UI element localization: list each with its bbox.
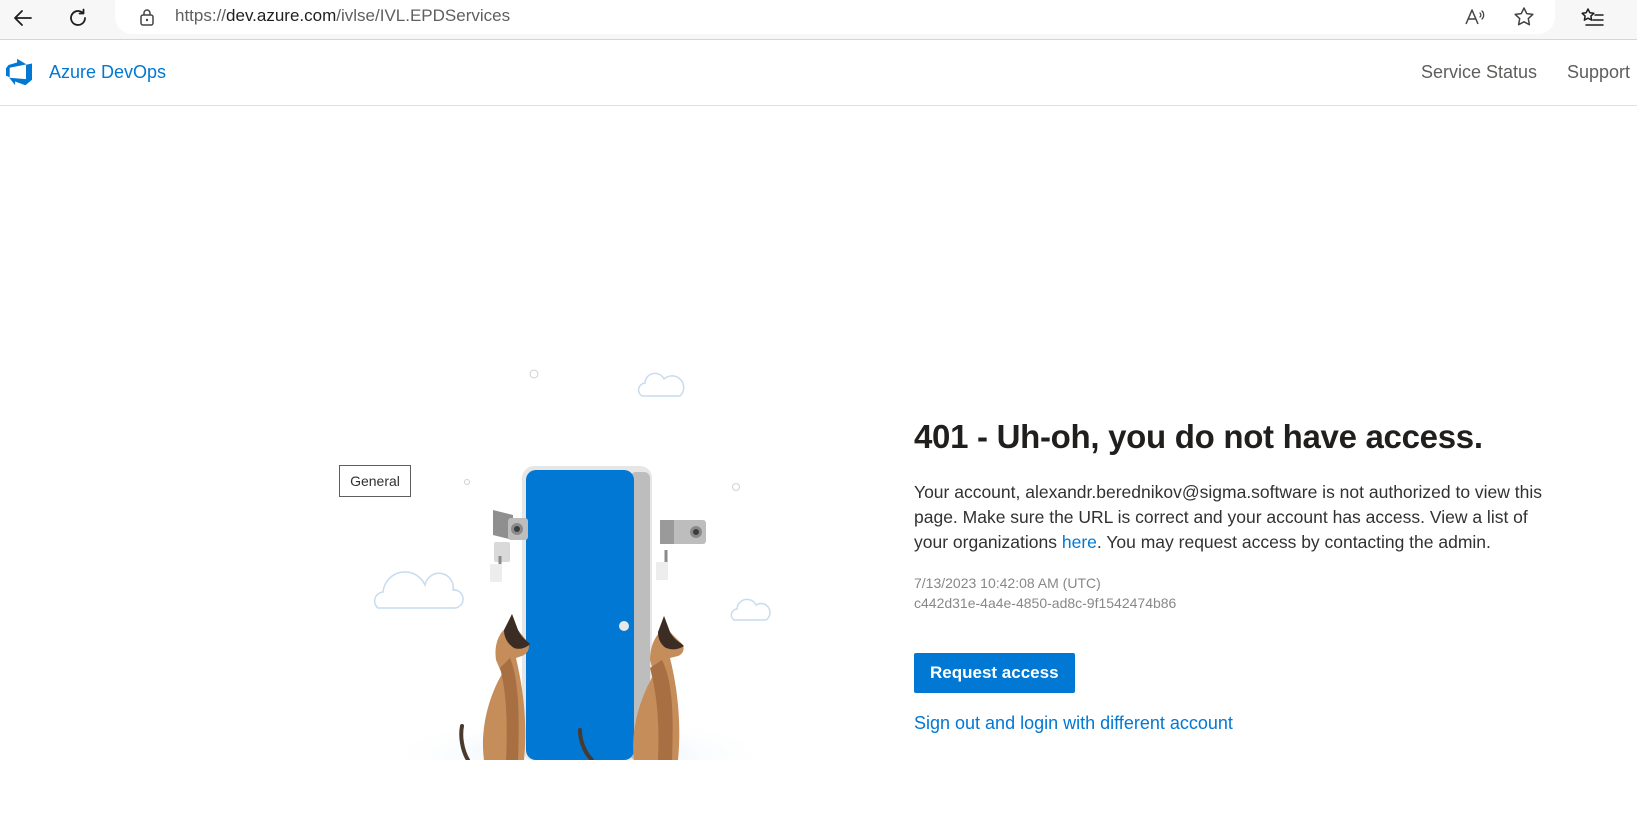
door	[526, 470, 634, 760]
error-title: 401 - Uh-oh, you do not have access.	[914, 418, 1483, 455]
support-link[interactable]: Support	[1567, 62, 1630, 83]
error-meta: 7/13/2023 10:42:08 AM (UTC) c442d31e-4a4…	[914, 573, 1554, 613]
address-bar[interactable]: https://dev.azure.com/ivlse/IVL.EPDServi…	[115, 0, 1555, 34]
back-arrow-icon	[14, 10, 32, 26]
favorites-list-icon	[1581, 8, 1604, 26]
cloud-icon	[637, 372, 685, 397]
url-scheme: https://	[175, 6, 227, 25]
sign-out-link[interactable]: Sign out and login with different accoun…	[914, 713, 1554, 734]
refresh-button[interactable]	[62, 2, 94, 34]
organizations-link[interactable]: here	[1062, 532, 1097, 552]
tooltip: General	[339, 465, 411, 497]
security-camera-icon	[656, 520, 706, 580]
url-path: /ivlse/IVL.EPDServices	[336, 6, 511, 25]
favorite-button[interactable]	[1510, 4, 1538, 30]
service-status-link[interactable]: Service Status	[1421, 62, 1537, 83]
refresh-icon	[70, 8, 86, 26]
read-aloud-icon	[1465, 9, 1485, 25]
back-button[interactable]	[7, 2, 39, 34]
read-aloud-button[interactable]	[1461, 4, 1489, 30]
error-content: 401 - Uh-oh, you do not have access. You…	[914, 418, 1554, 734]
app-header: Azure DevOps Service Status Support	[0, 40, 1637, 106]
message-text-end: . You may request access by contacting t…	[1096, 532, 1491, 552]
cloud-icon	[730, 598, 771, 621]
url-host: dev.azure.com	[226, 6, 337, 25]
brand-title[interactable]: Azure DevOps	[49, 62, 166, 83]
door-guard-dogs-illustration	[373, 369, 780, 760]
activity-id: c442d31e-4a4e-4850-ad8c-9f1542474b86	[914, 595, 1177, 611]
star-icon	[1514, 7, 1534, 26]
timestamp: 7/13/2023 10:42:08 AM (UTC)	[914, 575, 1101, 591]
favorites-button[interactable]	[1576, 2, 1608, 34]
request-access-button[interactable]: Request access	[914, 653, 1075, 693]
browser-toolbar: https://dev.azure.com/ivlse/IVL.EPDServi…	[0, 0, 1637, 40]
url-text[interactable]: https://dev.azure.com/ivlse/IVL.EPDServi…	[175, 6, 510, 26]
error-message: Your account, alexandr.berednikov@sigma.…	[914, 480, 1554, 555]
lock-icon[interactable]	[137, 7, 157, 32]
cloud-icon	[373, 571, 464, 609]
azure-devops-logo-icon[interactable]	[6, 58, 34, 86]
